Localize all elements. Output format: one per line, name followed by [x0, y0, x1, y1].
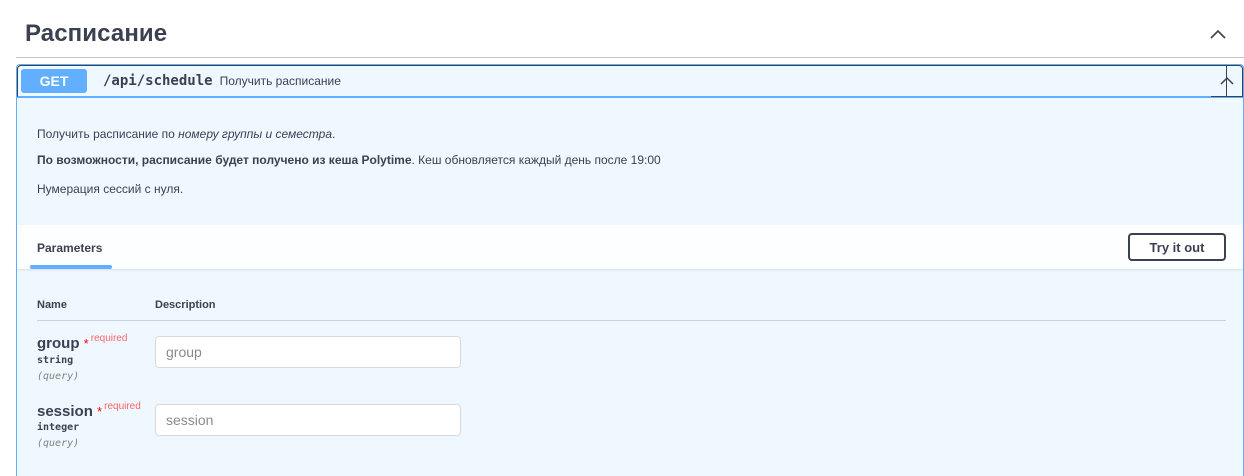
required-star: *: [97, 404, 103, 419]
header-divider: [37, 320, 1226, 321]
tab-active-indicator: [30, 265, 112, 269]
operation-summary[interactable]: GET /api/schedule Получить расписание: [17, 65, 1227, 97]
description-bold: По возможности, расписание будет получен…: [37, 153, 412, 167]
tag-header[interactable]: Расписание: [16, 10, 1244, 58]
description-line-1: Получить расписание по номеру группы и с…: [37, 127, 335, 141]
session-input[interactable]: [155, 404, 461, 436]
method-badge: GET: [21, 69, 87, 93]
operation-block: GET /api/schedule Получить расписание По…: [16, 64, 1244, 476]
param-name-group: group * required: [37, 333, 128, 352]
param-name-session: session * required: [37, 401, 141, 420]
column-header-name: Name: [37, 299, 67, 311]
required-star: *: [83, 336, 89, 351]
param-name: session: [37, 403, 93, 420]
description-text: Получить расписание по: [37, 127, 179, 141]
param-location: (query): [37, 438, 80, 449]
param-type: string: [37, 355, 74, 366]
operation-path: /api/schedule: [103, 73, 213, 89]
tag-title: Расписание: [25, 19, 168, 47]
param-type: integer: [37, 422, 80, 433]
param-location: (query): [37, 371, 80, 382]
description-text: .: [332, 127, 336, 141]
required-label: required: [90, 333, 128, 344]
tab-parameters[interactable]: Parameters: [37, 241, 102, 255]
required-label: required: [104, 401, 141, 412]
description-line-3: Нумерация сессий с нуля.: [37, 182, 184, 196]
operation-summary-text: Получить расписание: [219, 74, 341, 88]
chevron-up-icon: [1219, 76, 1234, 85]
description-emphasis: номеру группы и семестра: [178, 127, 333, 141]
description-line-2: По возможности, расписание будет получен…: [37, 153, 661, 167]
parameters-header: Parameters Try it out: [17, 225, 1243, 269]
description-text: . Кеш обновляется каждый день после 19:0…: [411, 153, 661, 167]
summary-divider: [17, 97, 1243, 98]
try-it-out-button[interactable]: Try it out: [1128, 233, 1226, 261]
chevron-up-icon[interactable]: [1208, 24, 1228, 44]
param-name: group: [37, 335, 80, 352]
operation-collapse-button[interactable]: [1211, 65, 1243, 97]
column-header-description: Description: [155, 299, 216, 311]
group-input[interactable]: [155, 336, 461, 368]
